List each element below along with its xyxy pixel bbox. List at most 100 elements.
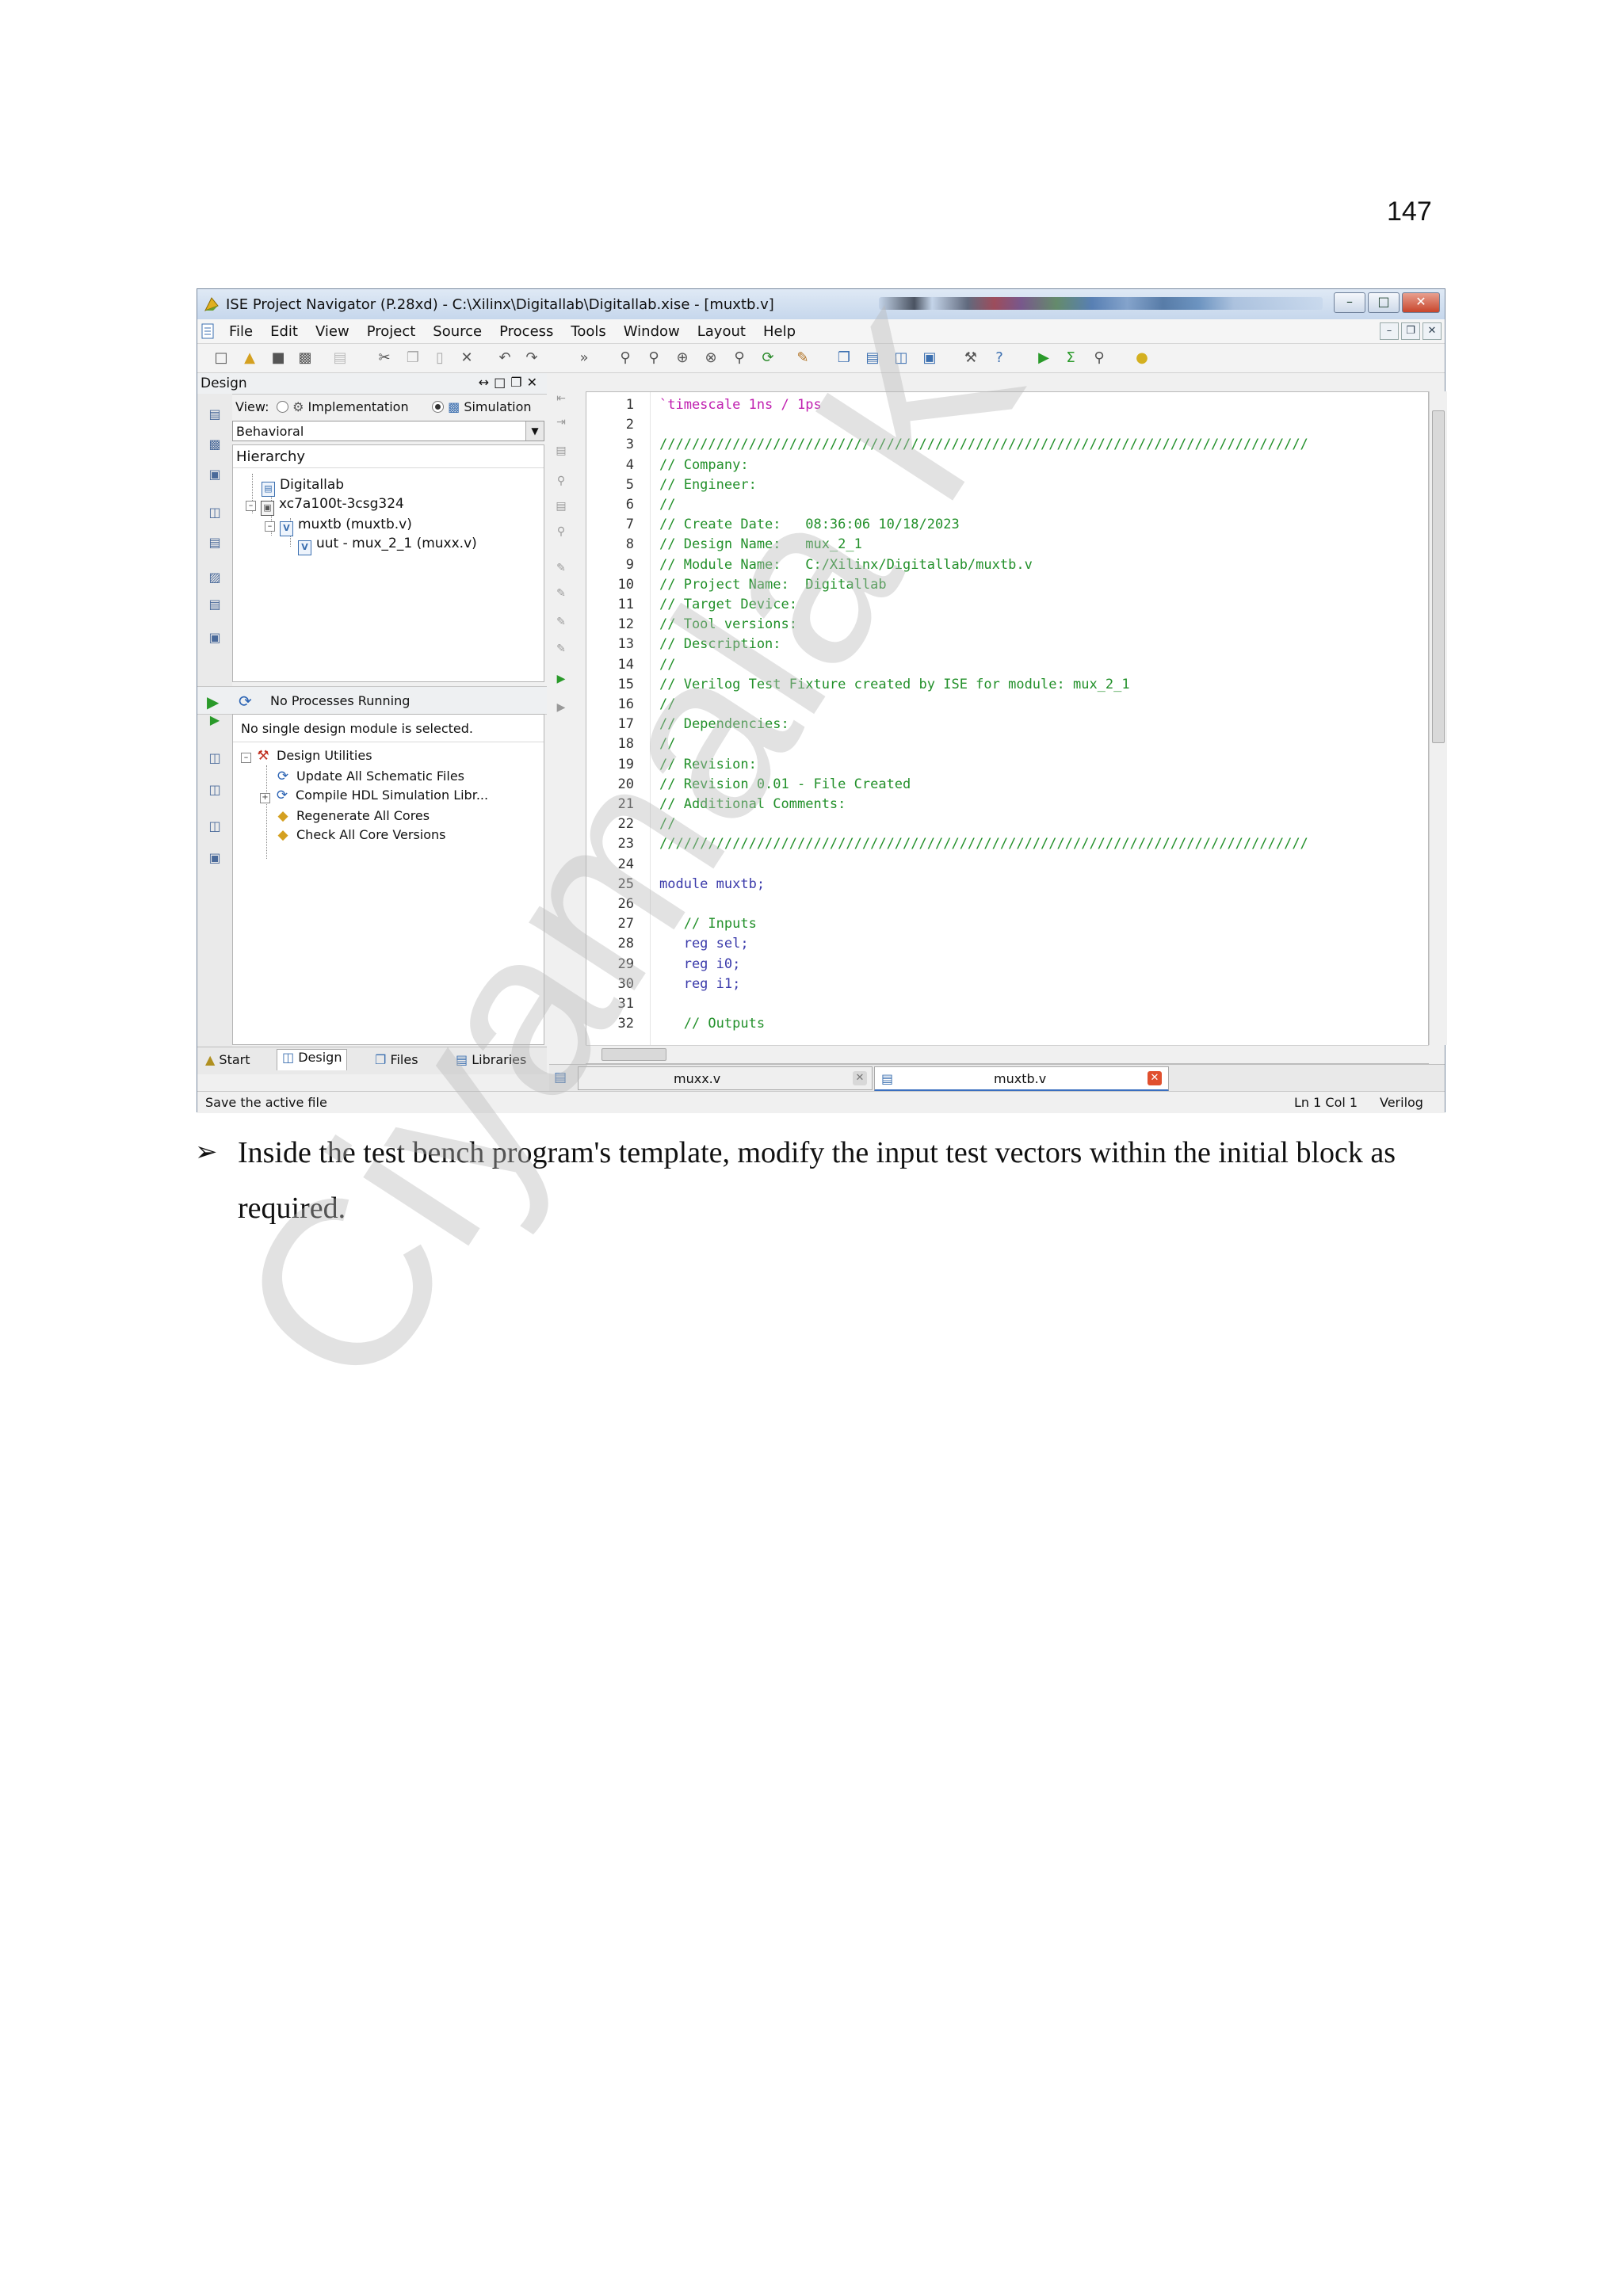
add-source-icon[interactable]: ▩ [207, 437, 223, 452]
close-tab-icon[interactable]: ✕ [853, 1071, 867, 1085]
new-file-icon[interactable]: □ [213, 350, 229, 366]
process-check-core-versions[interactable]: ◆ Check All Core Versions [276, 827, 445, 843]
minimize-button[interactable]: – [1334, 292, 1365, 313]
tree-device[interactable]: – ▣ xc7a100t-3csg324 [246, 496, 404, 516]
find-prev-icon[interactable]: ✎ [553, 616, 569, 628]
maximize-button[interactable]: □ [1368, 292, 1400, 313]
close-tab-icon[interactable]: ✕ [1148, 1071, 1162, 1085]
simulation-radio[interactable]: ▩ Simulation [432, 399, 532, 414]
wrap-icon[interactable]: ⚲ [553, 525, 569, 538]
collapse-icon[interactable]: – [241, 753, 251, 763]
find-next-icon[interactable]: ✎ [553, 587, 569, 600]
tree-project[interactable]: ▤ Digitallab [262, 477, 344, 497]
refresh-icon[interactable]: ⟳ [760, 350, 776, 366]
cascade-icon[interactable]: ❐ [836, 350, 852, 366]
tab-muxtb[interactable]: ▤ muxtb.v ✕ [874, 1066, 1169, 1092]
redo-icon[interactable]: ↷ [524, 350, 540, 366]
implementation-radio[interactable]: ⚙ Implementation [277, 399, 409, 414]
menu-process[interactable]: Process [499, 323, 553, 340]
settings-icon[interactable]: ⚒ [963, 350, 979, 366]
indent-left-icon[interactable]: ⇤ [553, 392, 569, 405]
collapse-icon[interactable]: – [265, 521, 275, 532]
tile-horizontal-icon[interactable]: ▤ [865, 350, 880, 366]
sigma-icon[interactable]: Σ [1063, 350, 1079, 366]
cut-icon[interactable]: ✂ [376, 350, 392, 366]
zoom-area-icon[interactable]: ⚲ [731, 350, 747, 366]
horizontal-scrollbar[interactable] [586, 1045, 1429, 1063]
tree-uut[interactable]: Vuut - mux_2_1 (muxx.v) [298, 536, 477, 555]
run-process-icon[interactable]: ▶ [207, 712, 223, 728]
tab-files[interactable]: ❐ Files [370, 1052, 423, 1073]
process-regenerate-cores[interactable]: ◆ Regenerate All Cores [276, 808, 430, 824]
design-utilities-group[interactable]: – ⚒ Design Utilities [241, 748, 372, 764]
title-bar[interactable]: ISE Project Navigator (P.28xd) - C:\Xili… [197, 289, 1445, 320]
expand-icon[interactable]: + [260, 793, 270, 803]
paste-icon[interactable]: ▯ [432, 350, 448, 366]
zoom-full-icon[interactable]: ⊗ [703, 350, 719, 366]
code-editor[interactable]: 1 `timescale 1ns / 1ps 2 3/////////////////… [586, 391, 1429, 1064]
undo-icon[interactable]: ↶ [497, 350, 513, 366]
table-icon[interactable]: ▣ [207, 630, 223, 646]
indent-right-icon[interactable]: ⇥ [553, 416, 569, 429]
process-props-icon[interactable]: ◫ [207, 750, 223, 766]
tab-design[interactable]: ◫ Design [277, 1049, 348, 1070]
help-icon[interactable]: ? [991, 350, 1007, 366]
collapse-icon[interactable]: – [246, 501, 256, 511]
menu-project[interactable]: Project [367, 323, 416, 340]
goto-icon[interactable]: ✎ [553, 562, 569, 574]
floating-window-icon[interactable]: ▣ [922, 350, 938, 366]
find-icon[interactable]: ✎ [795, 350, 811, 366]
mdi-minimize-button[interactable]: – [1380, 322, 1399, 340]
horizontal-scroll-thumb[interactable] [601, 1048, 666, 1061]
save-all-icon[interactable]: ▩ [297, 350, 313, 366]
lightbulb-icon[interactable]: ● [1134, 350, 1150, 366]
menu-view[interactable]: View [315, 323, 349, 340]
process-table-icon[interactable]: ▣ [207, 850, 223, 866]
delete-icon[interactable]: ✕ [459, 350, 475, 366]
open-folder-icon[interactable]: ▲ [242, 350, 258, 366]
close-button[interactable]: ✕ [1402, 292, 1440, 313]
refresh-icon[interactable]: ⟳ [239, 692, 252, 711]
hierarchy-icon[interactable]: ◫ [207, 505, 223, 521]
core-icon[interactable]: ▨ [207, 570, 223, 585]
more-tools-icon[interactable]: » [576, 350, 592, 366]
menu-source[interactable]: Source [433, 323, 482, 340]
tab-start[interactable]: ▲ Start [200, 1052, 255, 1073]
copy-icon[interactable]: ❐ [405, 350, 421, 366]
file-list-icon[interactable]: ▤ [207, 597, 223, 612]
view-hdl-icon[interactable]: ▤ [207, 406, 223, 422]
vertical-scrollbar[interactable] [1429, 391, 1447, 1045]
tab-libraries[interactable]: ▤ Libraries [451, 1052, 531, 1073]
run-icon[interactable]: ▶ [207, 692, 219, 711]
green-arrow-icon[interactable]: ▶ [553, 673, 569, 685]
menu-edit[interactable]: Edit [270, 323, 298, 340]
menu-help[interactable]: Help [763, 323, 796, 340]
mdi-restore-button[interactable]: ❐ [1401, 322, 1420, 340]
tree-muxtb[interactable]: – Vmuxtb (muxtb.v) [265, 517, 412, 536]
probe-icon[interactable]: ⚲ [1091, 350, 1107, 366]
tile-vertical-icon[interactable]: ◫ [893, 350, 909, 366]
mdi-close-button[interactable]: ✕ [1423, 322, 1442, 340]
replace-icon[interactable]: ✎ [553, 643, 569, 655]
menu-file[interactable]: File [229, 323, 253, 340]
vertical-scroll-thumb[interactable] [1432, 410, 1445, 743]
zoom-in-icon[interactable]: ⚲ [617, 350, 633, 366]
print-icon[interactable]: ▤ [332, 350, 348, 366]
menu-tools[interactable]: Tools [571, 323, 605, 340]
process-update-schematic[interactable]: ⟳ Update All Schematic Files [276, 769, 464, 784]
process-props2-icon[interactable]: ◫ [207, 782, 223, 798]
chevron-down-icon[interactable]: ▼ [525, 421, 544, 441]
simulation-type-select[interactable]: Behavioral ▼ [232, 421, 544, 441]
save-icon[interactable]: ■ [270, 350, 286, 366]
add-copy-source-icon[interactable]: ▣ [207, 467, 223, 482]
run-icon[interactable]: ▶ [1036, 350, 1052, 366]
process-compile-hdl[interactable]: + ⟳ Compile HDL Simulation Libr... [260, 788, 488, 803]
uncomment-icon[interactable]: ▤ [553, 500, 569, 513]
menu-layout[interactable]: Layout [697, 323, 746, 340]
bookmark-icon[interactable]: ⚲ [553, 475, 569, 487]
menu-window[interactable]: Window [624, 323, 680, 340]
comment-icon[interactable]: ▤ [553, 444, 569, 457]
process-props3-icon[interactable]: ◫ [207, 818, 223, 834]
panel-controls-icon[interactable]: ↔□❐✕ [479, 375, 542, 390]
zoom-out-icon[interactable]: ⚲ [646, 350, 662, 366]
